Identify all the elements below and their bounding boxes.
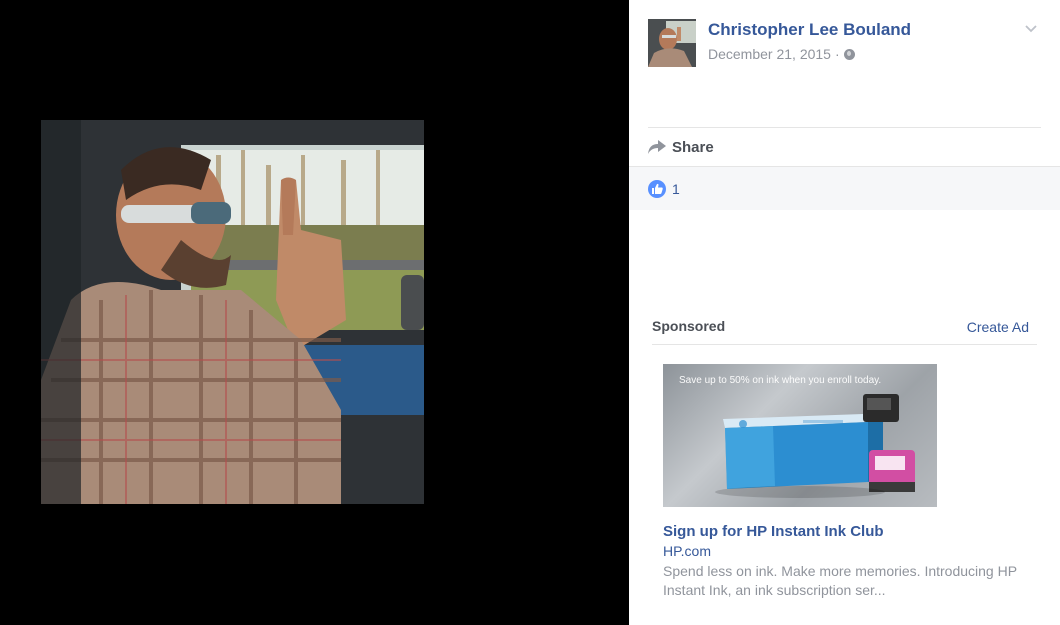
- ad-image-caption: Save up to 50% on ink when you enroll to…: [679, 375, 882, 386]
- ad-image[interactable]: Save up to 50% on ink when you enroll to…: [663, 364, 937, 507]
- author-name[interactable]: Christopher Lee Bouland: [708, 20, 911, 40]
- divider: [648, 127, 1041, 128]
- post-side-panel: Christopher Lee Bouland December 21, 201…: [629, 0, 1060, 625]
- ad-title-link[interactable]: Sign up for HP Instant Ink Club: [663, 523, 884, 540]
- share-arrow-icon: [648, 140, 666, 154]
- ad-domain-link[interactable]: HP.com: [663, 543, 711, 559]
- like-count[interactable]: 1: [672, 181, 680, 197]
- post-photo[interactable]: [41, 120, 424, 504]
- globe-icon: [843, 48, 855, 60]
- post-date[interactable]: December 21, 2015: [708, 46, 831, 62]
- divider: [652, 344, 1037, 345]
- thumbs-up-icon[interactable]: [648, 179, 666, 198]
- sponsored-heading: Sponsored: [652, 318, 726, 334]
- share-label: Share: [672, 138, 714, 156]
- ad-description: Spend less on ink. Make more memories. I…: [663, 563, 1017, 598]
- reactions-bar: 1: [629, 166, 1060, 210]
- chevron-down-icon[interactable]: [1024, 22, 1038, 36]
- post-meta: December 21, 2015 ·: [708, 46, 855, 62]
- share-button[interactable]: Share: [648, 136, 714, 158]
- create-ad-link[interactable]: Create Ad: [967, 319, 1029, 335]
- photo-viewer: [0, 0, 629, 625]
- meta-separator: ·: [834, 46, 840, 62]
- avatar[interactable]: [648, 19, 696, 67]
